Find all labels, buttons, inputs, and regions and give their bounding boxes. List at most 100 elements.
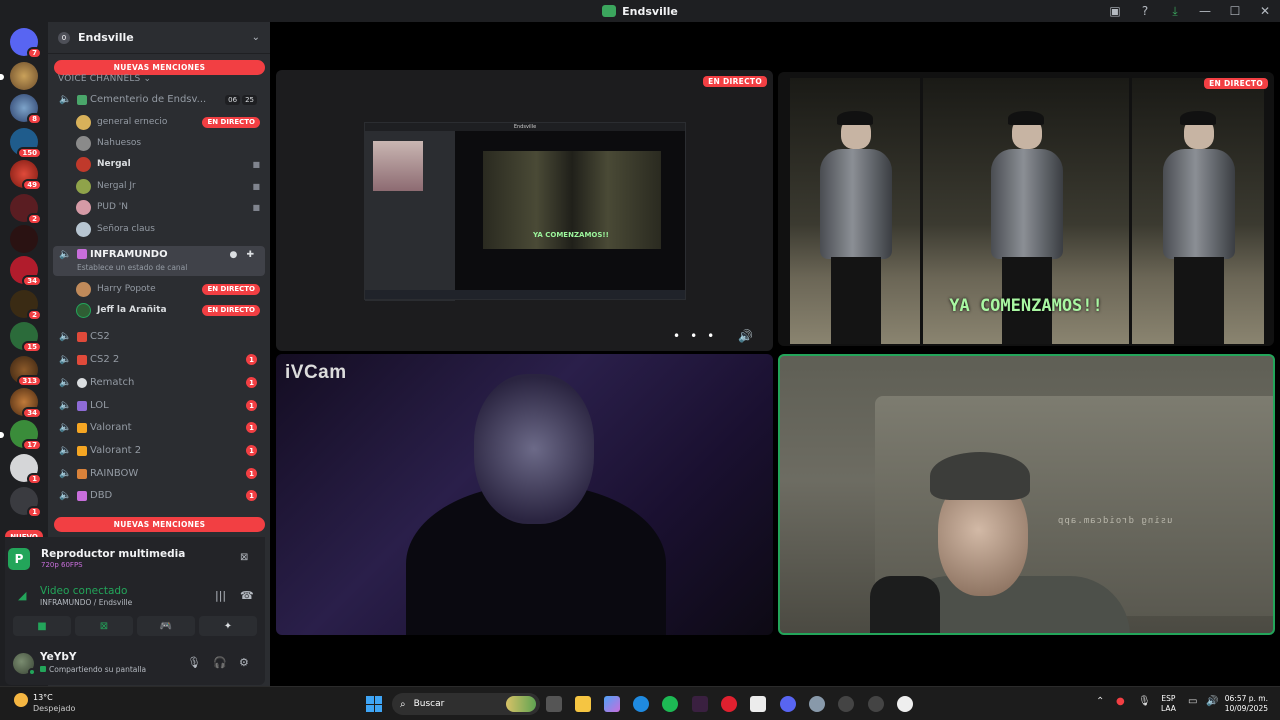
settings-app-icon[interactable] [809,696,825,712]
soundboard-button[interactable]: ✦ [199,616,257,636]
voice-user[interactable]: Nergal ■ [76,154,264,174]
camera-button[interactable]: ■ [13,616,71,636]
server-icon-11[interactable]: 34 [10,388,42,419]
activity-button[interactable]: 🎮 [137,616,195,636]
voice-connected-title[interactable]: Video conectado [40,585,127,597]
webcam-tile-speaking[interactable]: using droidcam.app [778,354,1275,635]
server-icon-12[interactable]: 17 [0,420,42,451]
voice-user[interactable]: general ernecio EN DIRECTO [76,112,264,132]
download-icon[interactable]: ⤓ [1160,0,1190,22]
voice-user[interactable]: Señora claus [76,219,264,239]
maximize-button[interactable]: ☐ [1220,0,1250,22]
server-icon-5[interactable]: 2 [10,194,42,225]
close-button[interactable]: ✕ [1250,0,1280,22]
opera-icon[interactable] [721,696,737,712]
unread-badge: 1 [246,445,257,456]
network-icon[interactable]: ▭ [1188,696,1197,707]
app-icon-2[interactable] [838,696,854,712]
weather-temperature[interactable]: 13°C [33,693,53,702]
channel-cementerio[interactable]: 🔈 Cementerio de Endsv... 06 25 [53,89,265,110]
channel-rematch[interactable]: 🔈 Rematch 1 [53,372,265,393]
new-mentions-top[interactable]: NUEVAS MENCIONES [54,60,265,75]
server-icon-14[interactable]: 1 [10,487,42,518]
windows-icon[interactable] [366,696,382,712]
channel-inframundo[interactable]: 🔈 INFRAMUNDO ● ✚ Establece un estado de … [53,246,265,276]
settings-icon[interactable]: ⚙ [239,656,249,669]
server-icon-3[interactable]: 150 [10,128,42,159]
app-icon[interactable] [692,696,708,712]
channel-cs2[interactable]: 🔈 CS2 [53,326,265,347]
channel-user-count: 06 25 [225,94,257,105]
stop-stream-icon[interactable]: ⊠ [240,552,248,563]
discord-icon[interactable] [780,696,796,712]
guild-header[interactable]: 0 Endsville ⌄ [48,22,270,54]
voice-user[interactable]: Nahuesos [76,133,264,153]
disconnect-icon[interactable]: ☎ [240,589,254,602]
more-options-icon[interactable]: ••• 🔊 [673,329,763,343]
speaker-icon: 🔈 [59,468,72,479]
inbox-icon[interactable]: ▣ [1100,0,1130,22]
copilot-icon[interactable] [604,696,620,712]
webcam-face [474,374,594,524]
media-player-app-icon[interactable] [897,696,913,712]
maps-icon[interactable] [868,696,884,712]
discord-home-icon[interactable]: 7 [10,28,42,59]
server-icon-6[interactable] [10,225,38,253]
weather-moon-icon[interactable] [14,693,28,707]
voice-connected-location[interactable]: INFRAMUNDO / Endsville [40,598,132,607]
screen-share-button[interactable]: ⊠ [75,616,133,636]
weather-description[interactable]: Despejado [33,704,75,713]
minimize-button[interactable]: — [1190,0,1220,22]
signal-icon[interactable]: ◢ [18,589,26,602]
microphone-icon[interactable]: 🎙 [187,656,201,669]
channel-name: INFRAMUNDO [90,249,168,260]
server-icon-1[interactable] [0,62,38,90]
edge-icon[interactable] [633,696,649,712]
screen-share-tile[interactable]: Endsville YA COMENZAMOS!! EN DIRECTO •••… [276,70,773,351]
voice-category[interactable]: VOICE CHANNELS ⌄ [58,74,151,84]
tray-chevron-icon[interactable]: ⌃ [1096,696,1104,707]
new-mentions-bottom[interactable]: NUEVAS MENCIONES [54,517,265,532]
language-indicator[interactable]: ESP LAA [1161,694,1176,714]
webcam-tile-ivcam[interactable]: iVCam [276,354,773,635]
mini-caption: YA COMENZAMOS!! [533,231,609,239]
channel-rainbow[interactable]: 🔈 RAINBOW 1 [53,463,265,484]
store-icon[interactable] [750,696,766,712]
channel-lol[interactable]: 🔈 LOL 1 [53,395,265,416]
avatar[interactable] [13,653,36,676]
voice-user[interactable]: Nergal Jr ■ [76,176,264,196]
server-icon-9[interactable]: 15 [10,322,42,353]
server-icon-13[interactable]: 1 [10,454,42,485]
channel-emoji-icon [77,354,87,365]
spotify-icon[interactable] [662,696,678,712]
server-icon-8[interactable]: 2 [10,290,42,321]
task-view-icon[interactable] [546,696,562,712]
volume-icon[interactable]: 🔊 [1206,696,1218,707]
channel-valorant-2[interactable]: 🔈 Valorant 2 1 [53,440,265,461]
username[interactable]: YeYbY [40,651,76,663]
server-icon-4[interactable]: 49 [10,160,42,191]
media-player-title: Reproductor multimedia [41,548,186,560]
file-explorer-icon[interactable] [575,696,591,712]
noise-suppression-icon[interactable]: ||| [215,589,226,602]
headphones-icon[interactable]: 🎧 [213,656,227,669]
search-input[interactable]: ⌕ Buscar [392,693,540,715]
server-icon-10[interactable]: 313 [10,356,42,387]
server-icon-2[interactable]: 8 [10,94,42,125]
channel-dbd[interactable]: 🔈 DBD 1 [53,485,265,506]
help-icon[interactable]: ? [1130,0,1160,22]
voice-user[interactable]: PUD 'N ■ [76,197,264,217]
system-clock[interactable]: 06:57 p. m. 10/09/2025 [1220,694,1268,714]
tray-app-icon[interactable]: ● [1116,696,1125,707]
channel-cs2-2[interactable]: 🔈 CS2 2 1 [53,349,265,370]
chat-icon[interactable]: ● ✚ [229,250,257,260]
server-icon-7[interactable]: 34 [10,256,42,287]
microphone-tray-icon[interactable]: 🎙 [1138,696,1151,707]
voice-user[interactable]: Harry Popote EN DIRECTO [76,279,264,299]
speaker-icon: 🔈 [59,94,72,105]
stream-tile[interactable]: YA COMENZAMOS!! EN DIRECTO [778,72,1274,346]
channel-status[interactable]: Establece un estado de canal [77,263,187,272]
photo-panel-1 [790,78,920,344]
voice-user[interactable]: Jeff la Arañita EN DIRECTO [76,300,264,320]
channel-valorant[interactable]: 🔈 Valorant 1 [53,417,265,438]
